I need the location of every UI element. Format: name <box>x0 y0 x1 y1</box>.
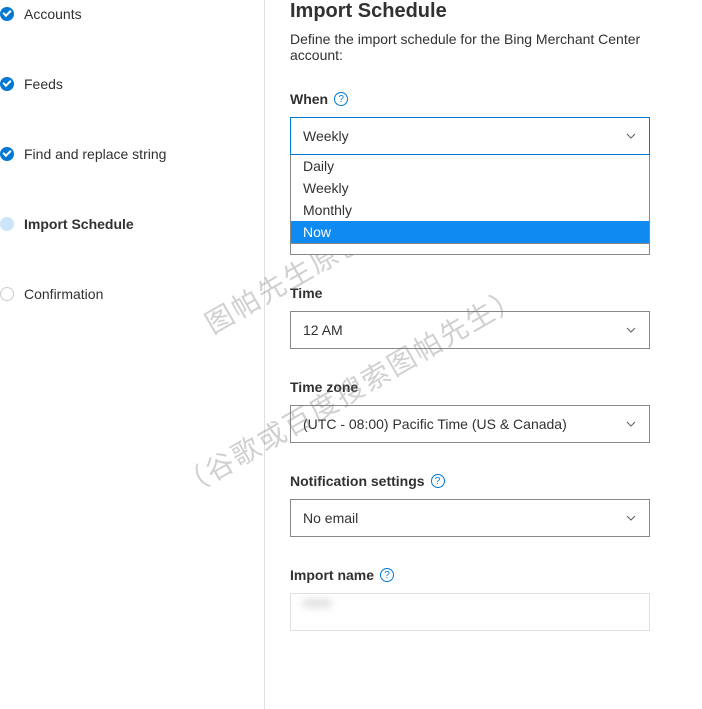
timezone-label: Time zone <box>290 379 677 395</box>
when-label: When ? <box>290 91 677 107</box>
page-description: Define the import schedule for the Bing … <box>290 31 677 63</box>
option-daily[interactable]: Daily <box>291 155 649 177</box>
notification-label: Notification settings ? <box>290 473 677 489</box>
current-step-icon <box>0 217 14 231</box>
label-text: When <box>290 91 328 107</box>
check-icon <box>0 147 14 161</box>
step-feeds[interactable]: Feeds <box>0 70 264 98</box>
field-timezone: Time zone (UTC - 08:00) Pacific Time (US… <box>290 379 677 443</box>
field-time: Time 12 AM <box>290 285 677 349</box>
import-name-label: Import name ? <box>290 567 677 583</box>
check-icon <box>0 77 14 91</box>
main-content: Import Schedule Define the import schedu… <box>265 0 702 709</box>
option-weekly[interactable]: Weekly <box>291 177 649 199</box>
sidebar: Accounts Feeds Find and replace string I… <box>0 0 265 709</box>
step-find-replace[interactable]: Find and replace string <box>0 140 264 168</box>
chevron-down-icon <box>625 130 637 142</box>
time-label: Time <box>290 285 677 301</box>
select-value: 12 AM <box>303 322 343 338</box>
step-label: Find and replace string <box>24 146 166 162</box>
timezone-select[interactable]: (UTC - 08:00) Pacific Time (US & Canada) <box>290 405 650 443</box>
select-value: Weekly <box>303 128 349 144</box>
page-title: Import Schedule <box>290 0 677 23</box>
label-text: Notification settings <box>290 473 425 489</box>
option-now[interactable]: Now <box>291 221 649 243</box>
step-accounts[interactable]: Accounts <box>0 0 264 28</box>
notification-select[interactable]: No email <box>290 499 650 537</box>
when-select[interactable]: Weekly <box>290 117 650 155</box>
pending-step-icon <box>0 287 14 301</box>
chevron-down-icon <box>625 418 637 430</box>
select-value: (UTC - 08:00) Pacific Time (US & Canada) <box>303 416 567 432</box>
when-dropdown: Daily Weekly Monthly Now <box>290 155 650 244</box>
field-when: When ? Weekly Monday Daily Weekly Monthl… <box>290 91 677 155</box>
help-icon[interactable]: ? <box>431 474 445 488</box>
check-icon <box>0 7 14 21</box>
chevron-down-icon <box>625 512 637 524</box>
step-confirmation[interactable]: Confirmation <box>0 280 264 308</box>
import-name-input[interactable]: xxxx <box>290 593 650 631</box>
field-notification: Notification settings ? No email <box>290 473 677 537</box>
option-monthly[interactable]: Monthly <box>291 199 649 221</box>
blurred-value: xxxx <box>303 594 331 610</box>
label-text: Import name <box>290 567 374 583</box>
step-import-schedule[interactable]: Import Schedule <box>0 210 264 238</box>
select-value: No email <box>303 510 358 526</box>
chevron-down-icon <box>625 324 637 336</box>
help-icon[interactable]: ? <box>334 92 348 106</box>
step-label: Feeds <box>24 76 63 92</box>
step-label: Accounts <box>24 6 82 22</box>
field-import-name: Import name ? xxxx <box>290 567 677 631</box>
step-label: Import Schedule <box>24 216 134 232</box>
time-select[interactable]: 12 AM <box>290 311 650 349</box>
step-label: Confirmation <box>24 286 103 302</box>
help-icon[interactable]: ? <box>380 568 394 582</box>
